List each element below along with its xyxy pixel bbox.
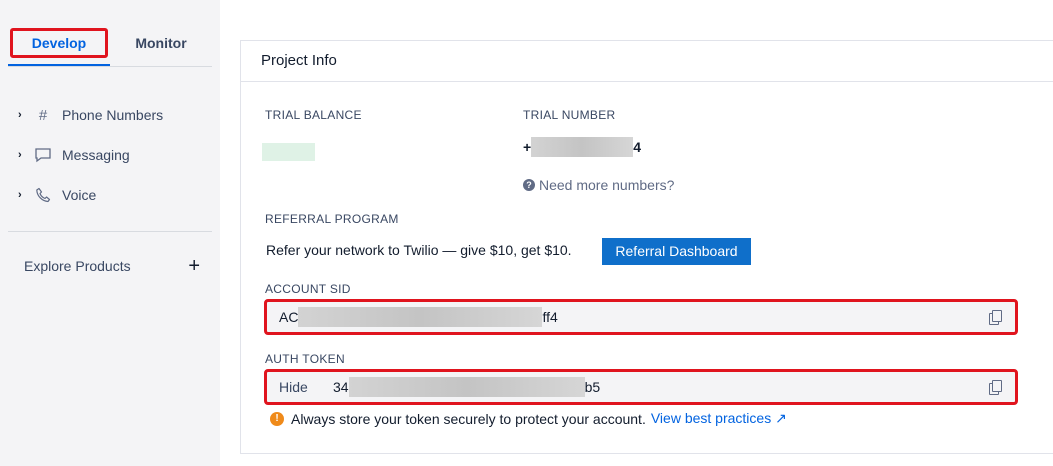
tab-monitor[interactable]: Monitor [112,28,210,58]
auth-token-field[interactable]: Hide 34 b5 [264,369,1018,405]
warning-icon: ! [270,411,284,426]
account-sid-prefix: AC [279,309,299,325]
plus-icon: + [188,255,200,277]
account-sid-field[interactable]: AC ff4 [264,299,1018,335]
referral-program-label: REFERRAL PROGRAM [265,212,399,226]
project-info-card: Project Info TRIAL BALANCE TRIAL NUMBER … [240,40,1053,454]
referral-dashboard-button[interactable]: Referral Dashboard [602,238,751,265]
sidebar-item-label: Voice [62,187,97,203]
need-more-text: Need more numbers? [539,177,675,193]
explore-products-button[interactable]: Explore Products + [24,256,200,276]
trial-number-suffix: 4 [633,139,641,155]
redaction-bar [531,137,634,157]
sidebar-item-phone-numbers[interactable]: › # Phone Numbers [18,103,163,127]
sidebar-item-label: Phone Numbers [62,107,164,123]
auth-token-label: AUTH TOKEN [265,352,345,366]
need-more-numbers-link[interactable]: ? Need more numbers? [523,177,674,193]
sidebar-item-voice[interactable]: › Voice [18,183,96,207]
token-warning: ! Always store your token securely to pr… [270,410,787,427]
auth-token-prefix: 34 [333,379,349,395]
copy-icon[interactable] [989,310,1003,325]
chevron-right-icon: › [18,109,22,121]
trial-balance-value-redacted [262,143,315,161]
sidebar-divider [8,231,212,232]
tab-develop[interactable]: Develop [10,28,108,58]
chat-icon [30,145,56,165]
tab-divider [8,66,212,67]
redaction-bar [348,377,585,397]
trial-number-value: + 4 [523,137,641,157]
chevron-right-icon: › [18,149,22,161]
explore-products-label: Explore Products [24,258,131,274]
view-best-practices-link[interactable]: View best practices ↗ [651,410,787,427]
copy-icon[interactable] [989,380,1003,395]
trial-number-label: TRIAL NUMBER [523,108,616,122]
sidebar: Develop Monitor › # Phone Numbers › Mess… [0,0,220,466]
account-sid-label: ACCOUNT SID [265,282,351,296]
trial-number-prefix: + [523,139,532,155]
sidebar-item-label: Messaging [62,147,130,163]
auth-token-suffix: b5 [584,379,601,395]
sidebar-item-messaging[interactable]: › Messaging [18,143,130,167]
phone-icon [30,185,56,205]
referral-text: Refer your network to Twilio — give $10,… [266,242,572,258]
warning-text: Always store your token securely to prot… [291,410,646,427]
hash-icon: # [38,106,48,124]
card-title: Project Info [241,41,1053,82]
question-icon: ? [523,179,535,191]
hide-token-button[interactable]: Hide [279,379,333,395]
trial-balance-label: TRIAL BALANCE [265,108,362,122]
redaction-bar [298,307,543,327]
account-sid-suffix: ff4 [542,309,558,325]
chevron-right-icon: › [18,189,22,201]
